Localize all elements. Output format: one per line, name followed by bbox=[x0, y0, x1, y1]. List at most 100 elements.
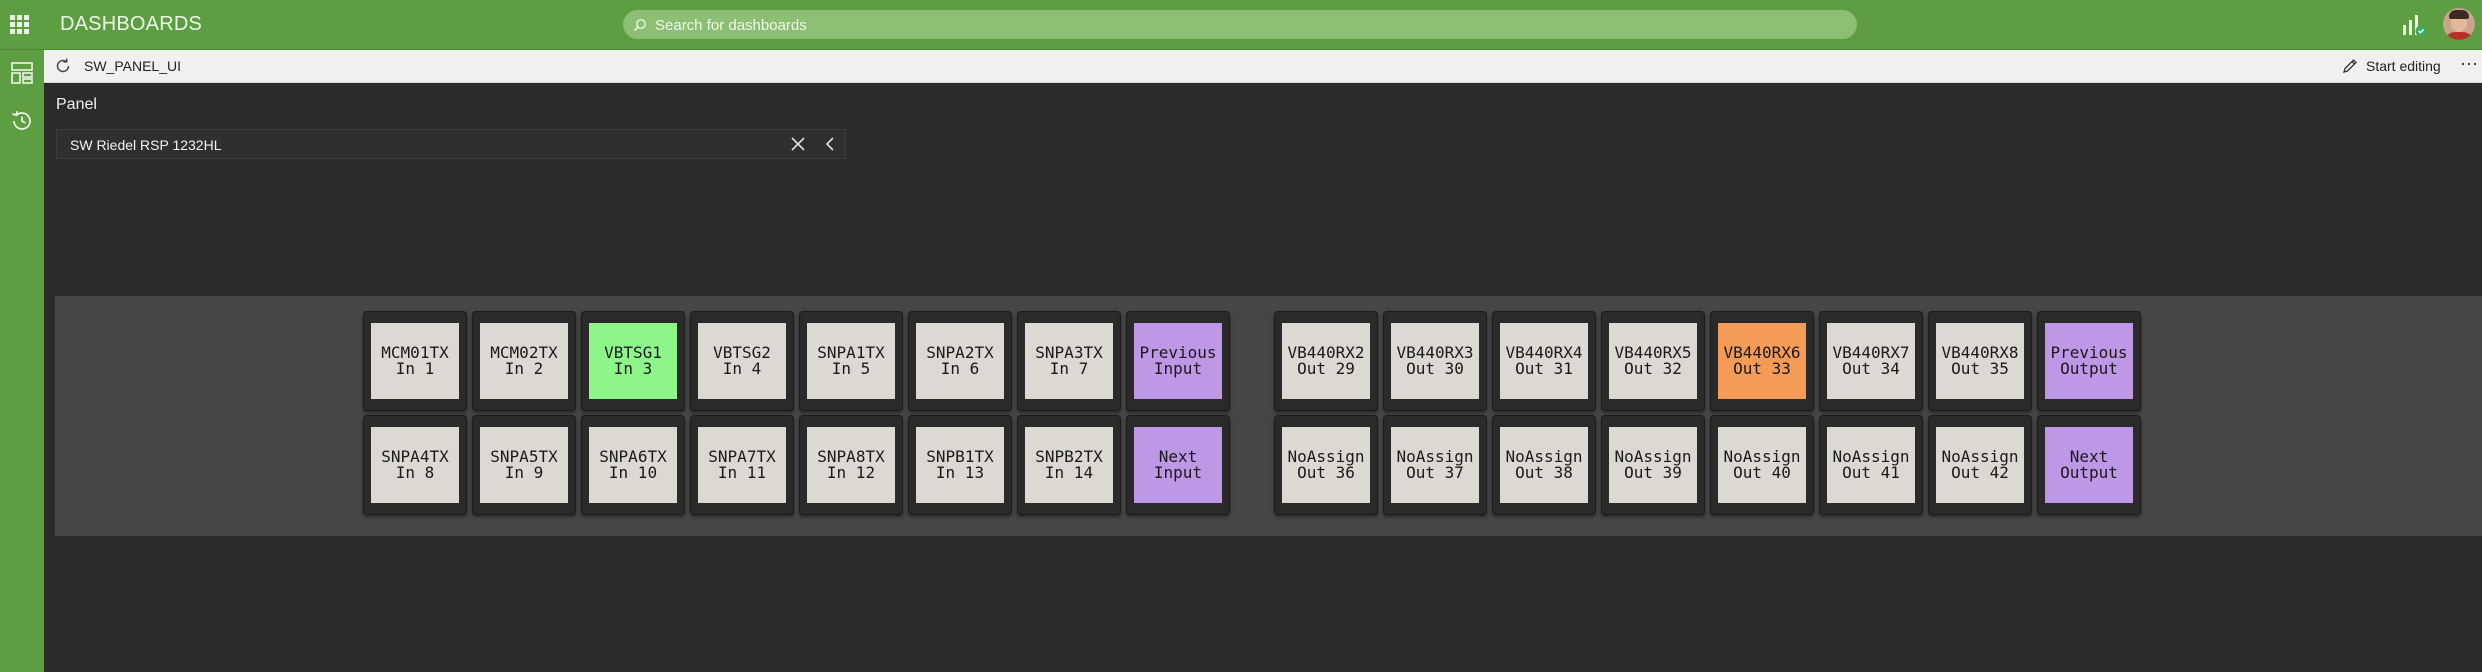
panel-key-button[interactable]: VBTSG1 In 3 bbox=[581, 311, 685, 411]
panel-key-button[interactable]: SNPA1TX In 5 bbox=[799, 311, 903, 411]
key-label-line2: In 2 bbox=[504, 359, 544, 378]
panel-key-button[interactable]: Next Output bbox=[2037, 415, 2141, 515]
key-label-line2: In 10 bbox=[608, 463, 658, 482]
panel-key-button[interactable]: SNPA5TX In 9 bbox=[472, 415, 576, 515]
panel-key-button[interactable]: NoAssign Out 37 bbox=[1383, 415, 1487, 515]
panel-key-button[interactable]: VB440RX7 Out 34 bbox=[1819, 311, 1923, 411]
close-icon[interactable] bbox=[790, 136, 806, 152]
key-face: SNPA3TX In 7 bbox=[1025, 323, 1113, 399]
panel-key-button[interactable]: VB440RX4 Out 31 bbox=[1492, 311, 1596, 411]
panel-key-button[interactable]: MCM02TX In 2 bbox=[472, 311, 576, 411]
dashboard-icon[interactable] bbox=[9, 60, 35, 86]
key-face: NoAssign Out 40 bbox=[1718, 427, 1806, 503]
dashboard-toolbar: SW_PANEL_UI Start editing ⋯ bbox=[44, 50, 2482, 83]
panel-key-button[interactable]: VB440RX5 Out 32 bbox=[1601, 311, 1705, 411]
key-face: MCM01TX In 1 bbox=[371, 323, 459, 399]
start-editing-button[interactable]: Start editing bbox=[2342, 55, 2441, 77]
panel-key-button[interactable]: SNPB2TX In 14 bbox=[1017, 415, 1121, 515]
panel-key-button[interactable]: SNPA4TX In 8 bbox=[363, 415, 467, 515]
panel-key-button[interactable]: MCM01TX In 1 bbox=[363, 311, 467, 411]
panel-key-button[interactable]: NoAssign Out 40 bbox=[1710, 415, 1814, 515]
key-label-line2: Out 37 bbox=[1406, 463, 1464, 482]
key-face: SNPA5TX In 9 bbox=[480, 427, 568, 503]
key-label-line2: In 14 bbox=[1044, 463, 1094, 482]
panel-key-button[interactable]: NoAssign Out 42 bbox=[1928, 415, 2032, 515]
key-face: VB440RX3 Out 30 bbox=[1391, 323, 1479, 399]
key-face: SNPA2TX In 6 bbox=[916, 323, 1004, 399]
key-label-line2: Output bbox=[2060, 359, 2118, 378]
panel-key-button[interactable]: NoAssign Out 38 bbox=[1492, 415, 1596, 515]
key-face: VBTSG2 In 4 bbox=[698, 323, 786, 399]
key-label-line2: In 7 bbox=[1049, 359, 1089, 378]
avatar[interactable] bbox=[2443, 8, 2475, 40]
key-label-line2: In 3 bbox=[613, 359, 653, 378]
signal-status-icon[interactable] bbox=[2401, 13, 2427, 37]
key-face: Next Input bbox=[1134, 427, 1222, 503]
refresh-icon[interactable] bbox=[54, 57, 72, 75]
grid-icon[interactable] bbox=[10, 15, 29, 34]
panel-key-button[interactable]: VBTSG2 In 4 bbox=[690, 311, 794, 411]
panel-key-button[interactable]: SNPA6TX In 10 bbox=[581, 415, 685, 515]
panel-key-button[interactable]: SNPB1TX In 13 bbox=[908, 415, 1012, 515]
key-face: SNPB2TX In 14 bbox=[1025, 427, 1113, 503]
key-label-line2: Out 38 bbox=[1515, 463, 1573, 482]
panel-select[interactable]: SW Riedel RSP 1232HL bbox=[56, 129, 846, 159]
key-label-line2: Out 33 bbox=[1733, 359, 1791, 378]
panel-key-button[interactable]: SNPA8TX In 12 bbox=[799, 415, 903, 515]
key-face: NoAssign Out 37 bbox=[1391, 427, 1479, 503]
key-face: SNPA1TX In 5 bbox=[807, 323, 895, 399]
chevron-left-icon[interactable] bbox=[823, 136, 837, 152]
key-face: SNPA4TX In 8 bbox=[371, 427, 459, 503]
key-face: VBTSG1 In 3 bbox=[589, 323, 677, 399]
history-icon[interactable] bbox=[9, 108, 35, 134]
more-options-button[interactable]: ⋯ bbox=[2460, 54, 2479, 75]
key-label-line2: Input bbox=[1153, 359, 1203, 378]
panel-key-button[interactable]: VB440RX6 Out 33 bbox=[1710, 311, 1814, 411]
key-face: VB440RX5 Out 32 bbox=[1609, 323, 1697, 399]
panel-key-button[interactable]: Next Input bbox=[1126, 415, 1230, 515]
panel-key-button[interactable]: SNPA3TX In 7 bbox=[1017, 311, 1121, 411]
key-label-line2: In 5 bbox=[831, 359, 871, 378]
panel-key-button[interactable]: VB440RX8 Out 35 bbox=[1928, 311, 2032, 411]
key-label-line2: Out 31 bbox=[1515, 359, 1573, 378]
panel-key-button[interactable]: SNPA7TX In 11 bbox=[690, 415, 794, 515]
key-face: Previous Input bbox=[1134, 323, 1222, 399]
key-label-line2: Output bbox=[2060, 463, 2118, 482]
search-placeholder: Search for dashboards bbox=[655, 17, 807, 34]
panel-select-value: SW Riedel RSP 1232HL bbox=[70, 137, 222, 153]
key-label-line2: Out 40 bbox=[1733, 463, 1791, 482]
key-face: NoAssign Out 41 bbox=[1827, 427, 1915, 503]
key-label-line2: In 13 bbox=[935, 463, 985, 482]
panel-key-button[interactable]: NoAssign Out 41 bbox=[1819, 415, 1923, 515]
key-face: SNPA7TX In 11 bbox=[698, 427, 786, 503]
key-face: MCM02TX In 2 bbox=[480, 323, 568, 399]
key-label-line2: In 11 bbox=[717, 463, 767, 482]
search-input[interactable]: Search for dashboards bbox=[623, 10, 1857, 39]
app-title[interactable]: DASHBOARDS bbox=[60, 13, 202, 36]
panel-key-button[interactable]: SNPA2TX In 6 bbox=[908, 311, 1012, 411]
key-label-line2: Out 41 bbox=[1842, 463, 1900, 482]
key-face: VB440RX6 Out 33 bbox=[1718, 323, 1806, 399]
key-face: SNPA6TX In 10 bbox=[589, 427, 677, 503]
key-label-line2: In 8 bbox=[395, 463, 435, 482]
key-label-line2: In 12 bbox=[826, 463, 876, 482]
panel-key-button[interactable]: Previous Input bbox=[1126, 311, 1230, 411]
panel-key-button[interactable]: NoAssign Out 36 bbox=[1274, 415, 1378, 515]
panel-key-button[interactable]: VB440RX3 Out 30 bbox=[1383, 311, 1487, 411]
panel-key-button[interactable]: Previous Output bbox=[2037, 311, 2141, 411]
key-face: NoAssign Out 36 bbox=[1282, 427, 1370, 503]
panel-label: Panel bbox=[56, 96, 97, 113]
key-label-line2: Input bbox=[1153, 463, 1203, 482]
key-label-line2: Out 35 bbox=[1951, 359, 2009, 378]
key-face: NoAssign Out 42 bbox=[1936, 427, 2024, 503]
panel-key-button[interactable]: VB440RX2 Out 29 bbox=[1274, 311, 1378, 411]
search-icon bbox=[633, 19, 646, 32]
key-face: NoAssign Out 39 bbox=[1609, 427, 1697, 503]
panel-key-button[interactable]: NoAssign Out 39 bbox=[1601, 415, 1705, 515]
pencil-icon bbox=[2343, 59, 2357, 73]
dashboard-name: SW_PANEL_UI bbox=[84, 58, 181, 74]
key-label-line2: Out 29 bbox=[1297, 359, 1355, 378]
key-label-line2: Out 42 bbox=[1951, 463, 2009, 482]
key-face: NoAssign Out 38 bbox=[1500, 427, 1588, 503]
top-bar: DASHBOARDS Search for dashboards bbox=[0, 0, 2482, 50]
